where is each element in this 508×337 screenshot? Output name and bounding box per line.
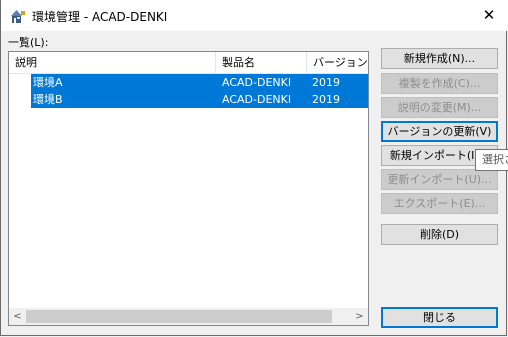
title-bar: 環境管理 - ACAD-DENKI ✕ xyxy=(1,0,508,31)
window-title: 環境管理 - ACAD-DENKI xyxy=(32,10,168,24)
row-description: 環境B xyxy=(33,93,63,106)
row-product: ACAD-DENKI xyxy=(222,76,292,89)
delete-button[interactable]: 削除(D) xyxy=(381,224,498,245)
scroll-thumb[interactable] xyxy=(26,310,332,323)
list-label: 一覧(L): xyxy=(8,36,49,49)
row-description: 環境A xyxy=(33,76,63,89)
tooltip: 選択さ xyxy=(475,149,508,171)
row-product: ACAD-DENKI xyxy=(222,93,292,106)
copy-button[interactable]: 複製を作成(C)... xyxy=(381,73,498,94)
environment-list[interactable]: 説明 製品名 バージョン 環境A ACAD-DENKI 2019 環境B ACA… xyxy=(8,51,369,326)
list-header: 説明 製品名 バージョン xyxy=(9,52,368,74)
new-button[interactable]: 新規作成(N)... xyxy=(381,48,498,69)
close-icon[interactable]: ✕ xyxy=(475,2,503,28)
column-header-description[interactable]: 説明 xyxy=(9,52,215,73)
column-header-product[interactable]: 製品名 xyxy=(216,52,306,73)
dialog-window: 環境管理 - ACAD-DENKI ✕ 一覧(L): 説明 製品名 バージョン … xyxy=(0,0,508,336)
export-button[interactable]: エクスポート(E)... xyxy=(381,193,498,214)
row-version: 2019 xyxy=(312,93,340,106)
app-icon xyxy=(10,8,26,24)
horizontal-scrollbar[interactable]: < > xyxy=(9,308,368,325)
scroll-right-icon[interactable]: > xyxy=(351,308,368,325)
change-description-button[interactable]: 説明の変更(M)... xyxy=(381,97,498,118)
update-version-button[interactable]: バージョンの更新(V) xyxy=(381,121,498,142)
list-row[interactable]: 環境B ACAD-DENKI 2019 xyxy=(31,91,368,108)
list-row[interactable]: 環境A ACAD-DENKI 2019 xyxy=(31,74,368,91)
row-version: 2019 xyxy=(312,76,340,89)
scroll-left-icon[interactable]: < xyxy=(9,308,26,325)
update-import-button[interactable]: 更新インポート(U)... xyxy=(381,169,498,190)
column-header-version[interactable]: バージョン xyxy=(307,52,368,73)
close-button[interactable]: 閉じる xyxy=(381,307,498,328)
